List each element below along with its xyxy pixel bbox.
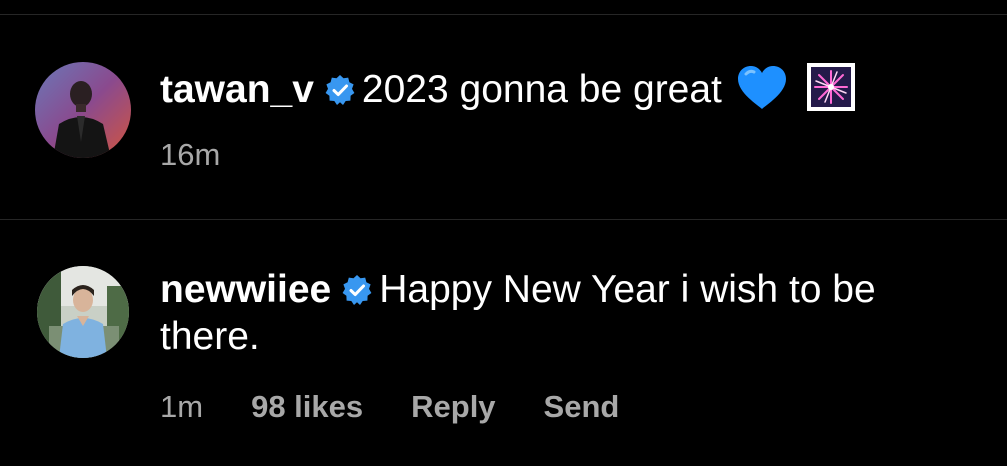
verified-badge-icon bbox=[341, 270, 373, 305]
blue-heart-icon bbox=[736, 65, 788, 111]
username[interactable]: newwiiee bbox=[160, 268, 331, 311]
likes-count[interactable]: 98 likes bbox=[251, 389, 363, 424]
fireworks-icon bbox=[806, 62, 856, 112]
comment-text-line: newwiiee Happy New Year i wish to be bbox=[160, 266, 876, 313]
username[interactable]: tawan_v bbox=[160, 68, 314, 111]
comment-meta: 1m 98 likes Reply Send bbox=[160, 389, 619, 425]
send-button[interactable]: Send bbox=[544, 389, 620, 424]
avatar[interactable] bbox=[35, 62, 131, 158]
verified-badge-icon bbox=[324, 70, 356, 105]
comment-text: Happy New Year i wish to be bbox=[379, 268, 876, 311]
comment-divider bbox=[0, 219, 1007, 220]
timestamp[interactable]: 16m bbox=[160, 137, 220, 172]
avatar-image bbox=[35, 62, 131, 158]
comment-text-line: tawan_v 2023 gonna be great bbox=[160, 62, 856, 113]
avatar-image bbox=[37, 266, 129, 358]
avatar[interactable] bbox=[37, 266, 129, 358]
comment-text: there. bbox=[160, 315, 260, 358]
comment-meta: 16m bbox=[160, 137, 220, 173]
top-divider bbox=[0, 14, 1007, 15]
comment-text: 2023 gonna be great bbox=[361, 68, 722, 111]
timestamp[interactable]: 1m bbox=[160, 389, 203, 424]
reply-button[interactable]: Reply bbox=[411, 389, 495, 424]
comment-text-line: there. bbox=[160, 313, 260, 360]
